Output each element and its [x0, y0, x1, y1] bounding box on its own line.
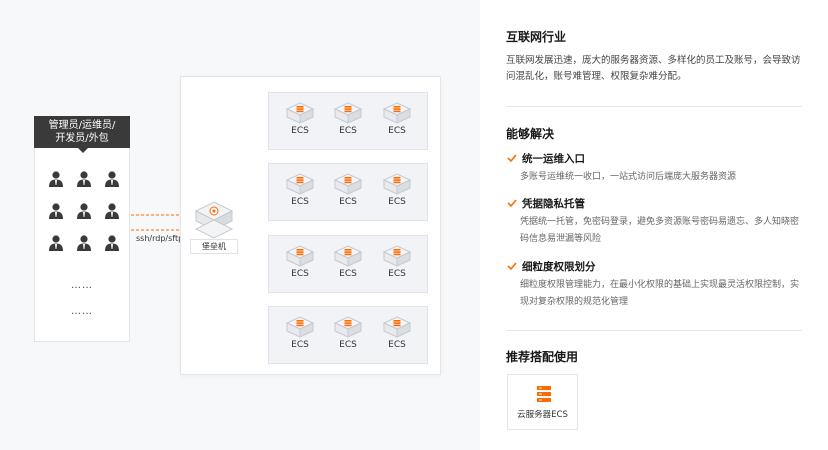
feature-2-desc: 凭据统一托管，免密码登录，避免多资源账号密码易遗忘、多人知晓密码信息易泄漏等风险 [520, 217, 800, 244]
ecs-instance: ECS [328, 245, 368, 279]
users-ellipsis-1: …… [71, 280, 93, 291]
users-title-line-2: 开发员/外包 [55, 133, 109, 144]
protocol-label: ssh/rdp/sftp [136, 234, 184, 243]
person-icon [105, 235, 119, 251]
server-icon [286, 173, 314, 195]
users-title-line-1: 管理员/运维员/ [48, 120, 116, 131]
industry-description: 互联网发展迅速，庞大的服务器资源、多样化的员工及账号，会导致访问混乱化，账号难管… [506, 55, 801, 82]
server-icon [286, 102, 314, 124]
ecs-label: ECS [339, 197, 357, 207]
server-icon [383, 173, 411, 195]
ecs-instance: ECS [280, 316, 320, 350]
server-icon [383, 102, 411, 124]
ecs-instance: ECS [280, 102, 320, 136]
ecs-label: ECS [291, 340, 309, 350]
ecs-label: ECS [388, 269, 406, 279]
ecs-instance: ECS [328, 102, 368, 136]
ecs-label: ECS [339, 126, 357, 136]
divider-1 [506, 106, 802, 107]
ecs-instance: ECS [377, 102, 417, 136]
person-icon [49, 203, 63, 219]
ecs-label: ECS [291, 126, 309, 136]
ecs-label: ECS [388, 126, 406, 136]
server-icon [334, 245, 362, 267]
person-icon [105, 171, 119, 187]
ecs-instance: ECS [328, 316, 368, 350]
users-title: 管理员/运维员/ 开发员/外包 [34, 116, 130, 153]
ecs-instance: ECS [328, 173, 368, 207]
ecs-label: ECS [339, 269, 357, 279]
ecs-label: ECS [291, 197, 309, 207]
solution-title: 能够解决 [506, 127, 555, 141]
server-icon [286, 245, 314, 267]
person-icon [49, 235, 63, 251]
ecs-instance: ECS [280, 173, 320, 207]
server-icon [537, 386, 551, 402]
server-icon [383, 316, 411, 338]
person-icon [77, 235, 91, 251]
server-icon [334, 316, 362, 338]
server-icon [334, 173, 362, 195]
server-icon [334, 102, 362, 124]
recommend-product-label: 云服务器ECS [517, 410, 568, 420]
feature-1-title: 统一运维入口 [522, 153, 585, 165]
person-icon [77, 171, 91, 187]
person-icon [49, 171, 63, 187]
recommend-title: 推荐搭配使用 [506, 350, 579, 364]
bastion-label: 堡垒机 [190, 239, 238, 254]
ecs-instance: ECS [377, 173, 417, 207]
feature-2-title: 凭据隐私托管 [522, 198, 585, 210]
ecs-label: ECS [388, 197, 406, 207]
ecs-label: ECS [388, 340, 406, 350]
server-icon [383, 245, 411, 267]
recommend-product-card[interactable]: 云服务器ECS [507, 374, 578, 430]
check-icon [507, 154, 517, 163]
users-ellipsis-2: …… [71, 306, 93, 317]
check-icon [507, 262, 517, 271]
industry-title: 互联网行业 [506, 30, 567, 44]
ecs-instance: ECS [377, 245, 417, 279]
check-icon [507, 199, 517, 208]
feature-3-desc: 细粒度权限管理能力，在最小化权限的基础上实现最灵活权限控制，实现对复杂权限的规范… [520, 280, 800, 307]
ecs-instance: ECS [377, 316, 417, 350]
server-icon [286, 316, 314, 338]
feature-1-desc: 多账号运维统一收口，一站式访问后端庞大服务器资源 [520, 172, 737, 182]
divider-2 [506, 330, 802, 331]
person-icon [77, 203, 91, 219]
person-icon [105, 203, 119, 219]
ecs-instance: ECS [280, 245, 320, 279]
feature-3-title: 细粒度权限划分 [522, 261, 596, 273]
ecs-label: ECS [339, 340, 357, 350]
ecs-label: ECS [291, 269, 309, 279]
